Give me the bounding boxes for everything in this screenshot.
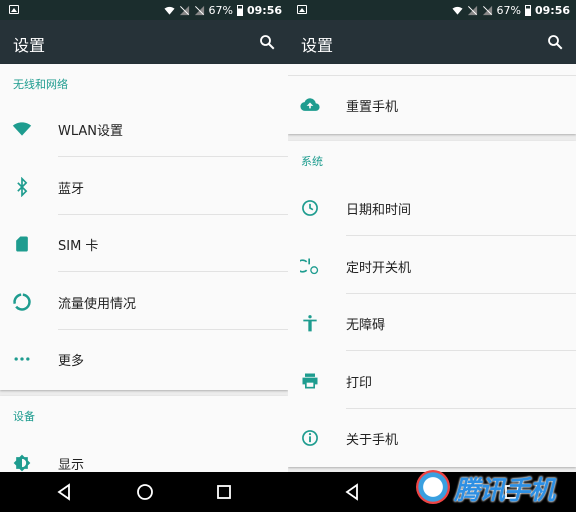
settings-item-label: 打印 bbox=[346, 376, 373, 391]
settings-item-sim[interactable]: SIM 卡 bbox=[0, 215, 288, 272]
search-icon[interactable] bbox=[258, 33, 276, 51]
tencent-logo-icon bbox=[416, 470, 450, 504]
settings-item-label: 蓝牙 bbox=[58, 182, 85, 197]
clock-icon bbox=[302, 200, 318, 216]
back-icon[interactable] bbox=[56, 483, 72, 501]
settings-item-label: 日期和时间 bbox=[346, 203, 412, 218]
settings-screen-left: 67% 09:56 设置 无线和网络 WLAN设置 蓝牙 SIM 卡 流量使用情… bbox=[0, 0, 288, 512]
divider bbox=[58, 271, 288, 272]
divider bbox=[58, 156, 288, 157]
section-header-system: 系统 bbox=[301, 155, 323, 168]
backup-section-card: 重置手机 bbox=[288, 64, 576, 134]
back-icon[interactable] bbox=[344, 483, 360, 501]
settings-item-date-time[interactable]: 日期和时间 bbox=[288, 179, 576, 236]
sim-card-icon bbox=[16, 236, 28, 252]
image-notification-icon bbox=[9, 5, 19, 14]
settings-item-label: 流量使用情况 bbox=[58, 297, 137, 312]
info-icon bbox=[302, 430, 318, 446]
more-horiz-icon bbox=[14, 357, 30, 361]
battery-icon bbox=[524, 4, 531, 16]
settings-item-more[interactable]: 更多 bbox=[0, 330, 288, 387]
page-title: 设置 bbox=[301, 36, 334, 55]
settings-item-print[interactable]: 打印 bbox=[288, 352, 576, 409]
settings-item-label: WLAN设置 bbox=[58, 124, 124, 139]
settings-item-label: 重置手机 bbox=[346, 100, 399, 115]
home-icon[interactable] bbox=[136, 483, 154, 501]
wifi-status-icon bbox=[163, 6, 175, 15]
power-schedule-icon bbox=[300, 258, 319, 275]
system-section-card: 系统 日期和时间 定时开关机 无障碍 打印 关于手机 bbox=[288, 141, 576, 467]
app-toolbar: 设置 bbox=[0, 20, 288, 64]
bluetooth-icon bbox=[17, 177, 28, 197]
settings-item-schedule-power[interactable]: 定时开关机 bbox=[288, 237, 576, 294]
settings-item-accessibility[interactable]: 无障碍 bbox=[288, 294, 576, 351]
status-bar: 67% 09:56 bbox=[0, 0, 288, 20]
status-bar: 67% 09:56 bbox=[288, 0, 576, 20]
clock: 09:56 bbox=[534, 3, 570, 17]
image-notification-icon bbox=[297, 5, 307, 14]
no-sim-icon bbox=[467, 5, 477, 15]
search-icon[interactable] bbox=[546, 33, 564, 51]
app-toolbar: 设置 bbox=[288, 20, 576, 64]
settings-item-wlan[interactable]: WLAN设置 bbox=[0, 100, 288, 157]
settings-item-label: 关于手机 bbox=[346, 433, 399, 448]
recents-icon[interactable] bbox=[216, 483, 232, 501]
battery-icon bbox=[236, 4, 243, 16]
wifi-status-icon bbox=[451, 6, 463, 15]
navigation-bar bbox=[0, 472, 288, 512]
settings-item-label: 更多 bbox=[58, 354, 85, 369]
device-section-card: 设备 显示 bbox=[0, 396, 288, 476]
battery-percent: 67% bbox=[496, 3, 521, 17]
settings-screen-right: 67% 09:56 设置 重置手机 系统 日期和时间 定时开关机 无障碍 打印 … bbox=[288, 0, 576, 512]
wireless-section-card: 无线和网络 WLAN设置 蓝牙 SIM 卡 流量使用情况 更多 bbox=[0, 64, 288, 390]
settings-item-label: SIM 卡 bbox=[58, 239, 99, 254]
settings-item-label: 无障碍 bbox=[346, 318, 386, 333]
settings-item-data-usage[interactable]: 流量使用情况 bbox=[0, 273, 288, 330]
watermark-text: 腾讯手机 bbox=[454, 476, 555, 506]
battery-percent: 67% bbox=[208, 3, 233, 17]
divider bbox=[346, 350, 576, 351]
settings-item-reset[interactable]: 重置手机 bbox=[288, 76, 576, 133]
settings-item-about[interactable]: 关于手机 bbox=[288, 409, 576, 466]
tencent-watermark: 腾讯手机 bbox=[414, 468, 574, 508]
brightness-icon bbox=[13, 454, 31, 472]
settings-item-label: 定时开关机 bbox=[346, 261, 412, 276]
divider bbox=[346, 235, 576, 236]
no-sim-icon-2 bbox=[194, 5, 204, 15]
wifi-icon bbox=[12, 122, 32, 136]
section-header-device: 设备 bbox=[13, 410, 35, 423]
clock: 09:56 bbox=[246, 3, 282, 17]
cloud-upload-icon bbox=[300, 98, 320, 111]
no-sim-icon-2 bbox=[482, 5, 492, 15]
accessibility-icon bbox=[303, 315, 317, 332]
section-header-wireless: 无线和网络 bbox=[13, 78, 68, 91]
settings-item-label: 显示 bbox=[58, 458, 85, 473]
data-usage-icon bbox=[13, 293, 31, 311]
settings-item-bluetooth[interactable]: 蓝牙 bbox=[0, 158, 288, 215]
no-sim-icon bbox=[179, 5, 189, 15]
page-title: 设置 bbox=[13, 36, 46, 55]
print-icon bbox=[302, 373, 318, 389]
